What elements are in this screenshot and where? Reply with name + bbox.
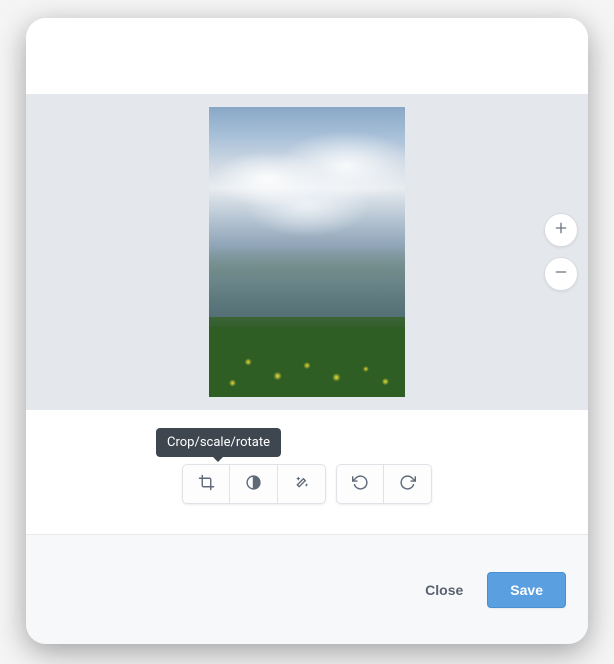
image-layer-clouds	[209, 127, 405, 257]
zoom-out-button[interactable]	[544, 257, 578, 291]
zoom-in-button[interactable]	[544, 213, 578, 247]
crop-tool-tooltip: Crop/scale/rotate	[156, 428, 281, 457]
image-layer-mountains	[209, 247, 405, 317]
image-layer-flowers	[209, 327, 405, 397]
modal-footer: Close Save	[26, 535, 588, 644]
adjust-tool-button[interactable]	[230, 464, 278, 504]
redo-button[interactable]	[384, 464, 432, 504]
plus-icon	[553, 220, 569, 240]
modal-header-spacer	[26, 18, 588, 94]
contrast-icon	[245, 474, 262, 495]
undo-button[interactable]	[336, 464, 384, 504]
tool-group-rotate	[336, 464, 432, 504]
tool-group-primary	[182, 464, 326, 504]
crop-tool-button[interactable]	[182, 464, 230, 504]
tool-groups	[182, 464, 432, 504]
zoom-controls	[544, 213, 578, 291]
magic-wand-icon	[293, 474, 310, 495]
minus-icon	[553, 264, 569, 284]
close-button[interactable]: Close	[407, 572, 481, 608]
redo-icon	[399, 474, 416, 495]
effects-tool-button[interactable]	[278, 464, 326, 504]
image-canvas-area	[26, 94, 588, 410]
image-preview[interactable]	[209, 107, 405, 397]
image-editor-modal: Crop/scale/rotate	[26, 18, 588, 644]
undo-icon	[352, 474, 369, 495]
crop-icon	[198, 474, 215, 495]
editor-toolbar-area: Crop/scale/rotate	[26, 410, 588, 534]
save-button[interactable]: Save	[487, 572, 566, 608]
